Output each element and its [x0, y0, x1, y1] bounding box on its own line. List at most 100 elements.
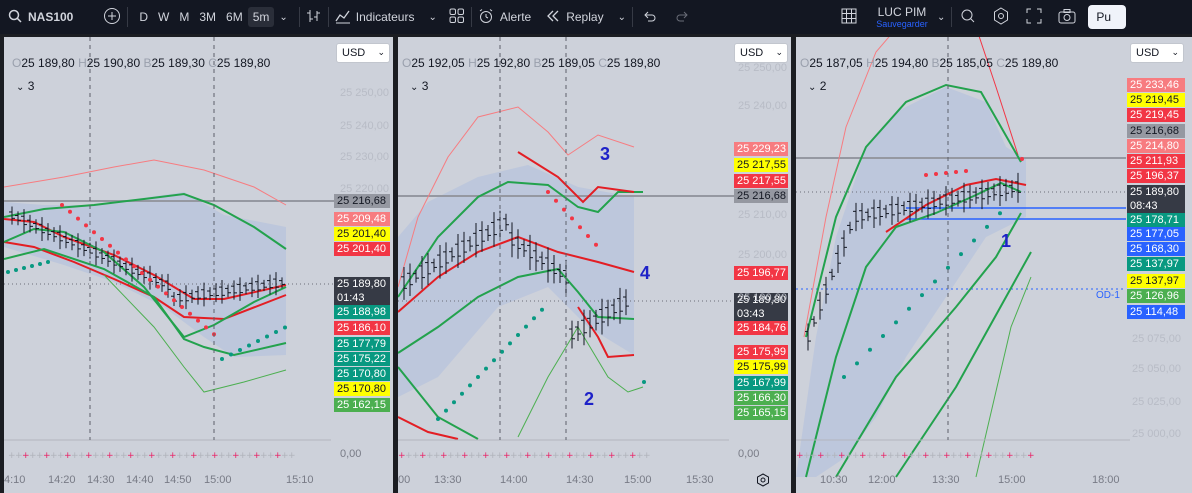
chart-pane-2[interactable]: + + + + + + + + + + + + + + + + + + + + + + + + + + + + + + + + + + + + O25… [398, 37, 791, 493]
sar-dot [60, 203, 64, 207]
price-tag: 25 175,99 [734, 345, 788, 359]
sar-dot [46, 260, 50, 264]
publish-label: Pu [1096, 10, 1112, 24]
close-value: 25 189,80 [1004, 56, 1059, 70]
sar-dot [22, 266, 26, 270]
currency-select[interactable]: USD ⌄ [1130, 43, 1184, 63]
annotation-4[interactable]: 4 [640, 263, 650, 284]
indicator-legend-toggle[interactable]: ⌄ 3 [16, 79, 34, 93]
annotation-1[interactable]: 1 [1001, 231, 1011, 252]
alert-button[interactable]: Alerte [478, 0, 531, 34]
layout-menu[interactable]: LUC PIM Sauvegarder [867, 0, 937, 34]
price-chart-1[interactable]: + + + + + + + + + + + + + + + + + + + + + + + + + + + + + + + + + + + + + + + +… [4, 37, 393, 493]
sar-dot [924, 173, 928, 177]
zero-label: 0,00 [340, 448, 362, 460]
interval-3m[interactable]: 3M [194, 10, 221, 24]
templates-button[interactable] [449, 0, 465, 34]
price-tag: 25 162,15 [334, 398, 390, 412]
settings-button[interactable] [992, 0, 1010, 34]
price-tag: 25 216,68 [734, 189, 788, 203]
currency-select[interactable]: USD ⌄ [336, 43, 390, 63]
indicator-legend-toggle[interactable]: ⌄ 2 [808, 79, 826, 93]
high-key: H [78, 56, 87, 70]
price-tag: 25 137,97 [1127, 274, 1185, 288]
sar-dot [492, 358, 496, 363]
chevron-down-icon: ⌄ [16, 82, 25, 93]
chevron-down-icon[interactable]: ⌄ [937, 0, 945, 34]
sar-dot [985, 224, 989, 229]
price-chart-2[interactable]: + + + + + + + + + + + + + + + + + + + + + + + + + + + + + + + + + + + + [398, 37, 791, 493]
top-toolbar: NAS100 D W M 3M 6M 5m ⌄ Indicateurs ⌄ Al… [0, 0, 1192, 34]
sar-dot [220, 357, 224, 361]
sar-dot [436, 417, 440, 421]
time-tick-label: 15:30 [686, 474, 714, 486]
interval-6m[interactable]: 6M [221, 10, 248, 24]
time-tick-label: 12:00 [868, 474, 896, 486]
axis-tick-label: 25 190,00 [738, 292, 787, 304]
price-tag: 25 196,77 [734, 266, 788, 280]
interval-w[interactable]: W [153, 10, 174, 24]
indicators-button[interactable]: Indicateurs ⌄ [335, 0, 437, 34]
fullscreen-icon [1026, 8, 1042, 27]
sar-dot [38, 262, 42, 266]
price-tag: 25 114,48 [1127, 305, 1185, 319]
sar-dot [84, 223, 88, 228]
interval-5m[interactable]: 5m [247, 7, 275, 27]
fullscreen-button[interactable] [1026, 0, 1042, 34]
chart-pane-3[interactable]: + + + + + + + + + + + + + + + + + + + + + + + + + + + + + + + + + + O25 1… [796, 37, 1192, 493]
axis-tick-label: 25 050,00 [1132, 363, 1181, 375]
replay-button[interactable]: Replay ⌄ [545, 0, 626, 34]
snapshot-button[interactable] [1058, 0, 1076, 34]
sar-dot [444, 408, 448, 413]
axis-tick-label: 25 025,00 [1132, 396, 1181, 408]
currency-select[interactable]: USD ⌄ [734, 43, 788, 63]
ohlc-readout: O25 189,80 H25 190,80 B25 189,30 C25 189… [12, 56, 270, 70]
sar-dot [196, 318, 200, 323]
divider [298, 7, 300, 27]
replay-label: Replay [566, 10, 604, 24]
layout-grid-button[interactable] [841, 0, 857, 34]
open-value: 25 192,05 [411, 56, 465, 70]
close-value: 25 189,80 [216, 56, 271, 70]
chart-type-button[interactable] [306, 0, 322, 34]
undo-button[interactable] [641, 0, 657, 34]
annotation-2[interactable]: 2 [584, 389, 594, 410]
axis-tick-label: 25 250,00 [340, 87, 389, 99]
marker-plus: + [288, 451, 296, 461]
price-tag: 25 217,55 [734, 158, 788, 172]
redo-button[interactable] [675, 0, 691, 34]
sar-dot [907, 306, 911, 311]
indicators-label: Indicateurs [355, 10, 415, 24]
sar-dot [554, 198, 558, 203]
sar-dot [954, 170, 958, 174]
price-tag: 25 219,45 [1127, 93, 1185, 107]
time-tick-label: 13:30 [932, 474, 960, 486]
interval-d[interactable]: D [134, 10, 153, 24]
price-tag: 25 214,80 [1127, 139, 1185, 153]
sar-dot [265, 334, 269, 339]
quick-search-button[interactable] [960, 0, 976, 34]
sar-dot [959, 252, 963, 257]
indicator-legend-toggle[interactable]: ⌄ 3 [410, 79, 428, 93]
sar-dot [540, 307, 544, 312]
axis-tick-label: 25 240,00 [340, 120, 389, 132]
chart-pane-1[interactable]: + + + + + + + + + + + + + + + + + + + + + + + + + + + + + + + + + + + + + + + +… [4, 37, 393, 493]
symbol-search[interactable]: NAS100 [8, 0, 73, 34]
axis-tick-label: 25 240,00 [738, 100, 787, 112]
compare-symbol-button[interactable] [103, 0, 121, 34]
price-tag: 25 178,71 [1127, 213, 1185, 227]
price-tag: 25 166,30 [734, 391, 788, 405]
close-value: 25 189,80 [606, 56, 661, 70]
sar-dot [452, 400, 456, 405]
sar-dot [868, 347, 872, 352]
symbol-label: NAS100 [28, 10, 74, 24]
price-tag: 25 170,80 [334, 382, 390, 396]
sar-dot [500, 349, 504, 354]
interval-m[interactable]: M [174, 10, 194, 24]
publish-button[interactable]: Pu [1088, 5, 1127, 29]
zero-label: 0,00 [738, 448, 760, 460]
sar-dot [247, 343, 251, 348]
chevron-down-icon[interactable]: ⌄ [274, 12, 292, 23]
annotation-3[interactable]: 3 [600, 144, 610, 165]
high-value: 25 190,80 [86, 56, 141, 70]
